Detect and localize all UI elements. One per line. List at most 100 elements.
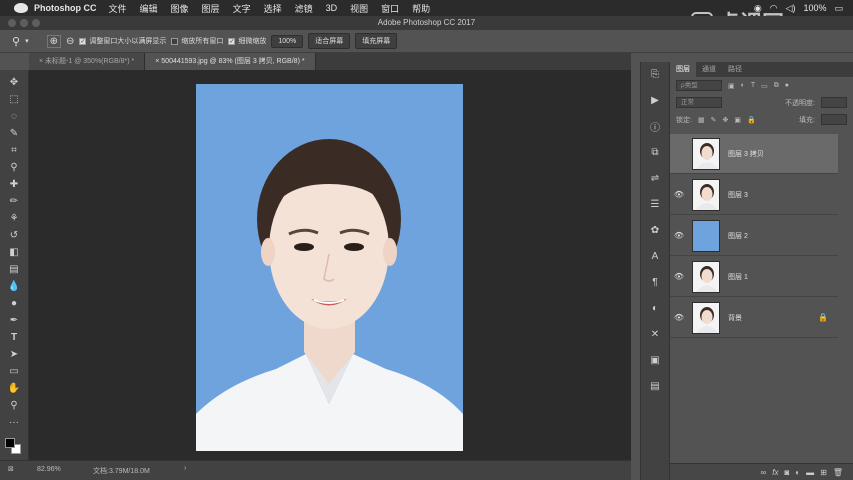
new-group-icon[interactable]: ▬ <box>806 468 814 477</box>
app-name-menu[interactable]: Photoshop CC <box>34 3 97 13</box>
zoom-window-icon[interactable] <box>32 19 40 27</box>
status-menu-arrow-icon[interactable]: › <box>184 465 186 472</box>
crop-tool-icon[interactable]: ⌗ <box>5 142 23 158</box>
info-panel-icon[interactable]: ⓘ <box>646 118 664 134</box>
menu-file[interactable]: 文件 <box>109 2 127 15</box>
close-window-icon[interactable] <box>8 19 16 27</box>
menu-view[interactable]: 视图 <box>350 2 368 15</box>
layer-filter-dropdown[interactable]: ρ类型 <box>676 80 722 91</box>
zoom-in-icon[interactable]: ⊕ <box>46 34 61 48</box>
layer-style-icon[interactable]: fx <box>772 468 778 477</box>
tool-preset-dropdown-icon[interactable]: ▾ <box>25 37 29 45</box>
actions-panel-icon[interactable]: ▶ <box>646 92 664 108</box>
new-adjustment-layer-icon[interactable]: ◐ <box>795 468 800 477</box>
fill-screen-button[interactable]: 填充屏幕 <box>355 33 398 49</box>
doc-tab-untitled[interactable]: × 未标题-1 @ 350%(RGB/8*) * <box>29 53 146 70</box>
lock-position-icon[interactable]: ✥ <box>722 116 728 124</box>
filter-type-icon[interactable]: T <box>751 82 755 89</box>
volume-icon[interactable]: ◁) <box>786 3 796 14</box>
zoom-all-windows-checkbox[interactable]: 缩放所有窗口 <box>171 36 223 46</box>
notes-panel-icon[interactable]: ▤ <box>646 378 664 394</box>
eyedropper-tool-icon[interactable]: ⚲ <box>5 159 23 175</box>
menu-image[interactable]: 图像 <box>171 2 189 15</box>
layer-row[interactable]: 👁 背景 🔒 <box>670 298 838 338</box>
move-tool-icon[interactable]: ✥ <box>5 74 23 90</box>
path-selection-tool-icon[interactable]: ➤ <box>5 346 23 362</box>
zoom-100-button[interactable]: 100% <box>271 34 304 48</box>
menu-select[interactable]: 选择 <box>264 2 282 15</box>
layer-lock-icon[interactable]: 🔒 <box>818 313 828 322</box>
menu-filter[interactable]: 滤镜 <box>295 2 313 15</box>
layer-row[interactable]: 👁 图层 1 <box>670 257 838 297</box>
scrubby-zoom-checkbox[interactable]: ✓ 细微缩放 <box>228 36 266 46</box>
layer-visibility-eye-icon[interactable]: 👁 <box>670 313 688 322</box>
zoom-tool-icon[interactable]: ⚲ <box>12 35 20 48</box>
lock-artboard-icon[interactable]: ▣ <box>734 116 741 124</box>
opacity-input[interactable] <box>821 97 847 108</box>
menu-layer[interactable]: 图层 <box>202 2 220 15</box>
history-panel-icon[interactable]: ⎘ <box>646 66 664 82</box>
new-layer-icon[interactable]: ⊞ <box>820 468 827 477</box>
zoom-tool-icon[interactable]: ⚲ <box>5 397 23 413</box>
marquee-tool-icon[interactable]: ⬚ <box>5 91 23 107</box>
minimize-window-icon[interactable] <box>20 19 28 27</box>
fill-input[interactable] <box>821 114 847 125</box>
apple-icon[interactable] <box>14 3 28 13</box>
foreground-color-swatch[interactable] <box>5 438 15 448</box>
menu-window[interactable]: 窗口 <box>381 2 399 15</box>
layer-visibility-eye-icon[interactable]: 👁 <box>670 190 688 199</box>
layer-row[interactable]: 👁 图层 3 <box>670 175 838 215</box>
filter-shape-icon[interactable]: ▭ <box>761 82 768 90</box>
fit-screen-button[interactable]: 适合屏幕 <box>308 33 351 49</box>
paragraph-panel-icon[interactable]: ¶ <box>646 274 664 290</box>
gradient-tool-icon[interactable]: ▤ <box>5 261 23 277</box>
lock-transparent-icon[interactable]: ▦ <box>698 116 705 124</box>
pen-tool-icon[interactable]: ✒ <box>5 312 23 328</box>
layer-row[interactable]: 👁 图层 2 <box>670 216 838 256</box>
delete-layer-icon[interactable]: 🗑 <box>833 468 843 477</box>
adjustments-panel-icon[interactable]: ⇌ <box>646 170 664 186</box>
character-panel-icon[interactable]: A <box>646 248 664 264</box>
lock-all-icon[interactable]: 🔒 <box>747 116 756 124</box>
filter-adjustment-icon[interactable]: ◐ <box>741 82 745 89</box>
add-mask-icon[interactable]: ◙ <box>784 468 789 477</box>
filter-smart-object-icon[interactable]: ⧉ <box>774 82 779 90</box>
menu-help[interactable]: 帮助 <box>412 2 430 15</box>
more-tools-icon[interactable]: ··· <box>5 414 23 430</box>
glyphs-panel-icon[interactable]: ▣ <box>646 352 664 368</box>
tab-layers[interactable]: 图层 <box>670 62 696 77</box>
zoom-out-icon[interactable]: ⊖ <box>66 36 74 47</box>
tab-channels[interactable]: 通道 <box>696 62 722 77</box>
history-brush-tool-icon[interactable]: ↺ <box>5 227 23 243</box>
rectangle-tool-icon[interactable]: ▭ <box>5 363 23 379</box>
clone-stamp-tool-icon[interactable]: ⚘ <box>5 210 23 226</box>
layer-visibility-eye-icon[interactable]: 👁 <box>670 231 688 240</box>
filter-toggle-icon[interactable]: ● <box>785 82 789 89</box>
menu-edit[interactable]: 编辑 <box>140 2 158 15</box>
link-layers-icon[interactable]: ∞ <box>761 468 767 477</box>
lasso-tool-icon[interactable]: ◌ <box>5 108 23 124</box>
resize-windows-checkbox[interactable]: ✓ 调整窗口大小以满屏显示 <box>79 36 166 46</box>
styles-panel-icon[interactable]: ◐ <box>646 300 664 316</box>
lock-image-icon[interactable]: ✎ <box>711 116 717 124</box>
battery-icon[interactable]: ▭ <box>834 3 843 14</box>
status-close-icon[interactable]: ⊠ <box>8 465 14 473</box>
clone-source-panel-icon[interactable]: ⧉ <box>646 144 664 160</box>
brush-presets-panel-icon[interactable]: ✿ <box>646 222 664 238</box>
quick-selection-tool-icon[interactable]: ✎ <box>5 125 23 141</box>
layer-row[interactable]: 图层 3 拷贝 <box>670 134 838 174</box>
brush-tool-icon[interactable]: ✏ <box>5 193 23 209</box>
dodge-tool-icon[interactable]: ● <box>5 295 23 311</box>
menu-type[interactable]: 文字 <box>233 2 251 15</box>
menu-3d[interactable]: 3D <box>326 3 338 13</box>
eraser-tool-icon[interactable]: ◧ <box>5 244 23 260</box>
blur-tool-icon[interactable]: 💧 <box>5 278 23 294</box>
doc-tab-portrait[interactable]: × 500441593.jpg @ 83% (图层 3 拷贝, RGB/8) * <box>145 53 316 70</box>
properties-panel-icon[interactable]: ☰ <box>646 196 664 212</box>
document-canvas[interactable] <box>29 70 631 460</box>
type-tool-icon[interactable]: T <box>5 329 23 345</box>
hand-tool-icon[interactable]: ✋ <box>5 380 23 396</box>
tab-paths[interactable]: 路径 <box>722 62 748 77</box>
filter-pixel-icon[interactable]: ▣ <box>728 82 735 90</box>
tool-presets-panel-icon[interactable]: ✕ <box>646 326 664 342</box>
